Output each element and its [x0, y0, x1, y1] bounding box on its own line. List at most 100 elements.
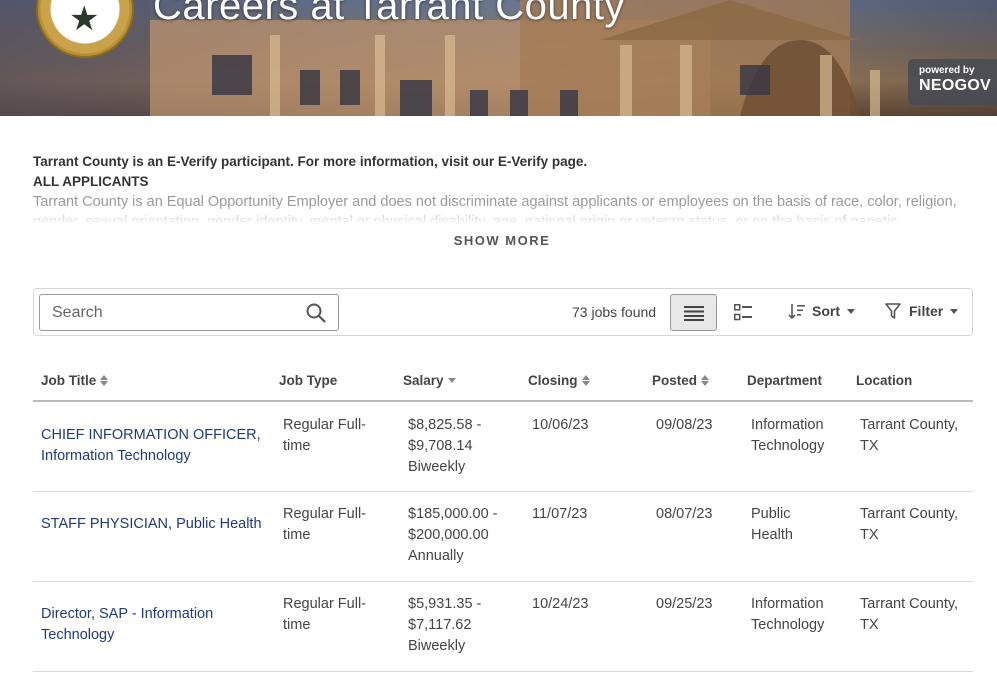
everify-notice: Tarrant County is an E-Verify participan… [33, 154, 588, 169]
col-header-title[interactable]: Job Title [41, 373, 109, 388]
jobs-table-header: Job Title Job Type Salary Closing Posted… [33, 366, 973, 402]
job-type: Regular Full- time [283, 594, 366, 636]
chevron-down-icon [950, 308, 959, 314]
jobs-found-count: 73 jobs found [572, 304, 657, 320]
star-icon: ★ [69, 0, 100, 38]
col-header-title-label: Job Title [41, 373, 97, 388]
col-header-type: Job Type [279, 373, 337, 388]
eeo-statement: Tarrant County is an Equal Opportunity E… [33, 194, 957, 222]
posted-date: 09/08/23 [656, 417, 713, 433]
neogov-badge[interactable]: powered by NEOGOV [908, 59, 997, 105]
department: Information Technology [751, 415, 824, 457]
powered-by-label: powered by [919, 65, 975, 76]
salary-line3: Biweekly [408, 459, 466, 475]
location-line2: TX [860, 527, 879, 543]
sort-toggle-icon [581, 375, 590, 386]
filter-label: Filter [909, 303, 944, 319]
list-view-button[interactable] [670, 294, 717, 331]
col-header-department-label: Department [747, 373, 823, 388]
neogov-brand: NEOGOV [919, 77, 992, 94]
job-title-line1[interactable]: STAFF PHYSICIAN, Public Health [41, 516, 262, 532]
job-title-line2[interactable]: Information Technology [41, 448, 191, 464]
location-line1: Tarrant County, [860, 506, 959, 522]
sort-desc-icon [447, 378, 456, 383]
hero-banner: ★ Careers at Tarrant County powered by N… [0, 0, 997, 116]
col-header-department: Department [747, 373, 822, 388]
show-more-button[interactable]: SHOW MORE [0, 233, 997, 248]
salary-line1: $185,000.00 - [408, 506, 498, 522]
posted-date: 08/07/23 [656, 506, 713, 522]
department-line2: Technology [751, 438, 825, 454]
job-title-line2[interactable]: Technology [41, 627, 114, 643]
filter-icon [885, 303, 901, 319]
job-type-line2: time [283, 527, 311, 543]
job-type-line1: Regular Full- [283, 417, 366, 433]
search-input[interactable] [40, 295, 290, 330]
col-header-location-label: Location [856, 373, 913, 388]
department: Public Health [751, 504, 793, 546]
sort-label: Sort [812, 303, 840, 319]
department-line1: Information [751, 596, 824, 612]
sort-toggle-icon [100, 375, 109, 386]
department-line2: Health [751, 527, 793, 543]
job-title-line1[interactable]: Director, SAP - Information [41, 606, 213, 622]
table-row[interactable]: Director, SAP - Information Technology R… [33, 582, 973, 672]
salary-line1: $5,931.35 - [408, 596, 482, 612]
col-header-posted[interactable]: Posted [652, 373, 710, 388]
location: Tarrant County, TX [860, 415, 958, 457]
closing-date: 10/24/23 [532, 596, 589, 612]
salary: $5,931.35 - $7,117.62 Biweekly [408, 594, 481, 657]
salary: $8,825.58 - $9,708.14 Biweekly [408, 415, 481, 478]
sort-icon [788, 304, 805, 319]
closing-date: 11/07/23 [532, 506, 588, 522]
page-title: Careers at Tarrant County [153, 0, 625, 28]
job-title-line1[interactable]: CHIEF INFORMATION OFFICER, [41, 427, 261, 443]
location: Tarrant County, TX [860, 504, 958, 546]
intro-section: Tarrant County is an E-Verify participan… [33, 152, 978, 222]
table-row[interactable]: CHIEF INFORMATION OFFICER, Information T… [33, 402, 973, 492]
card-view-icon[interactable] [734, 304, 752, 321]
job-type: Regular Full- time [283, 415, 366, 457]
chevron-down-icon [847, 308, 855, 314]
salary-line2: $9,708.14 [408, 438, 473, 454]
job-type-line1: Regular Full- [283, 506, 366, 522]
department-line1: Public [751, 506, 791, 522]
filter-dropdown[interactable]: Filter [885, 303, 959, 319]
col-header-closing-label: Closing [528, 373, 578, 388]
job-title-link[interactable]: CHIEF INFORMATION OFFICER, Information T… [41, 425, 271, 467]
search-icon[interactable] [306, 303, 326, 323]
col-header-type-label: Job Type [279, 373, 338, 388]
salary-line1: $8,825.58 - [408, 417, 482, 433]
job-toolbar: 73 jobs found Sort Filter [33, 288, 973, 336]
salary-line2: $7,117.62 [408, 617, 472, 633]
salary-line2: $200,000.00 [408, 527, 489, 543]
sort-toggle-icon [701, 375, 710, 386]
col-header-salary[interactable]: Salary [403, 373, 456, 388]
col-header-salary-label: Salary [403, 373, 444, 388]
all-applicants-heading: ALL APPLICANTS [33, 174, 149, 189]
salary: $185,000.00 - $200,000.00 Annually [408, 504, 498, 567]
search-box [39, 294, 339, 331]
job-type-line1: Regular Full- [283, 596, 366, 612]
location-line2: TX [860, 617, 879, 633]
location-line2: TX [860, 438, 879, 454]
salary-line3: Biweekly [408, 638, 466, 654]
job-title-link[interactable]: STAFF PHYSICIAN, Public Health [41, 514, 281, 535]
department: Information Technology [751, 594, 824, 636]
col-header-posted-label: Posted [652, 373, 698, 388]
table-row[interactable]: STAFF PHYSICIAN, Public Health Regular F… [33, 492, 973, 582]
location-line1: Tarrant County, [860, 596, 959, 612]
closing-date: 10/06/23 [532, 417, 589, 433]
job-type: Regular Full- time [283, 504, 366, 546]
list-view-icon [684, 306, 704, 321]
posted-date: 09/25/23 [656, 596, 713, 612]
salary-line3: Annually [408, 548, 464, 564]
col-header-location: Location [856, 373, 912, 388]
job-type-line2: time [283, 438, 311, 454]
department-line1: Information [751, 417, 824, 433]
location: Tarrant County, TX [860, 594, 958, 636]
sort-dropdown[interactable]: Sort [788, 303, 855, 319]
job-title-link[interactable]: Director, SAP - Information Technology [41, 604, 271, 646]
location-line1: Tarrant County, [860, 417, 959, 433]
col-header-closing[interactable]: Closing [528, 373, 590, 388]
